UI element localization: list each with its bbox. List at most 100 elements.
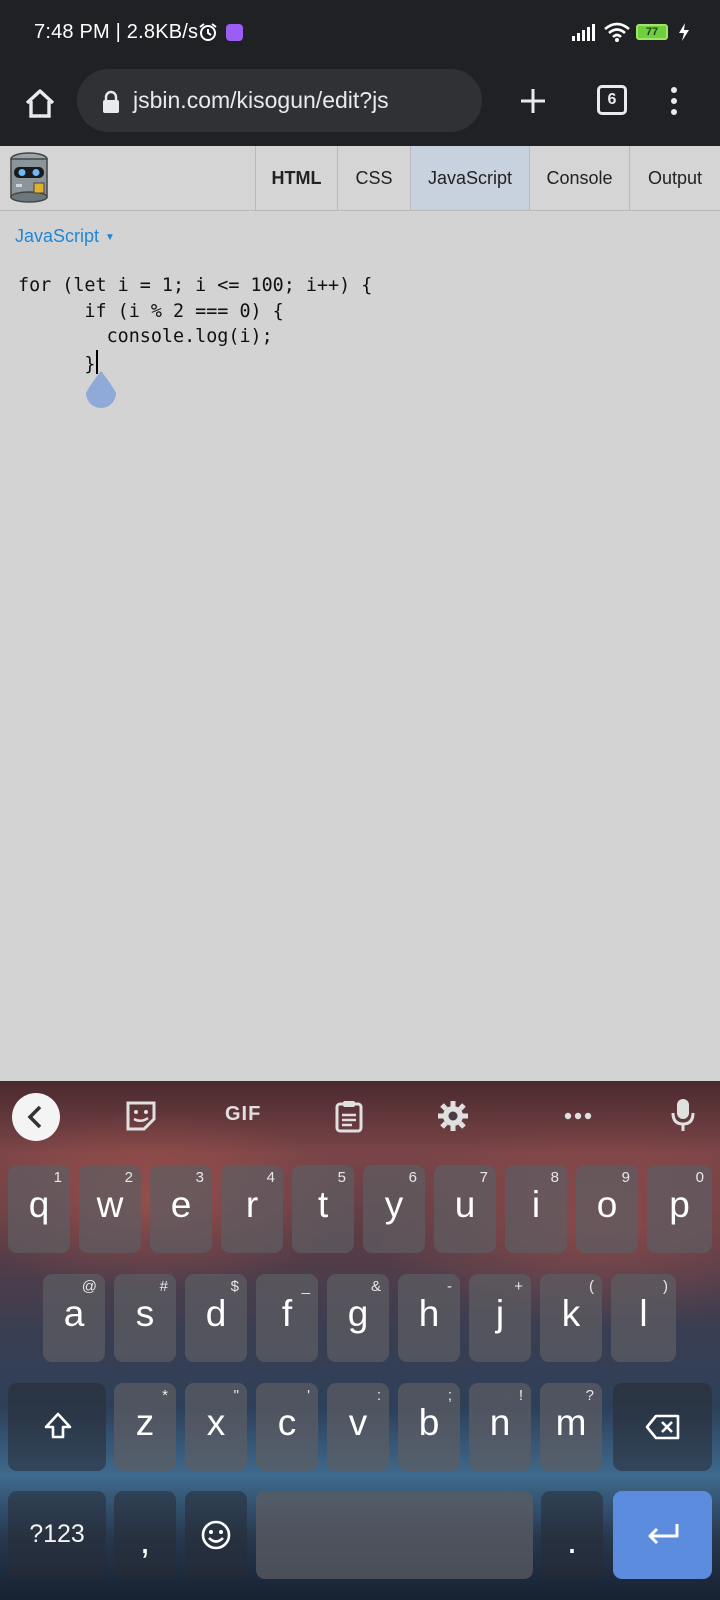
key-o[interactable]: 9o	[576, 1165, 638, 1253]
key-label: p	[669, 1184, 690, 1225]
key-s[interactable]: # s	[114, 1274, 176, 1362]
key-a[interactable]: @ a	[43, 1274, 105, 1362]
charging-icon	[679, 23, 689, 41]
back-arrow-icon[interactable]	[12, 1093, 60, 1141]
more-horiz-icon[interactable]	[563, 1111, 593, 1121]
key-label: x	[206, 1402, 226, 1443]
key-i[interactable]: 8i	[505, 1165, 567, 1253]
key-label: k	[561, 1293, 581, 1334]
text-selection-handle[interactable]	[84, 369, 118, 409]
microphone-icon[interactable]	[670, 1097, 696, 1133]
keyboard-toolbar: GIF	[0, 1081, 720, 1151]
key-label: v	[348, 1402, 368, 1443]
key-k[interactable]: (k	[540, 1274, 602, 1362]
battery-icon: 77	[636, 24, 668, 40]
enter-icon	[648, 1524, 679, 1545]
key-n[interactable]: ! n	[469, 1383, 531, 1471]
emoji-key[interactable]	[185, 1491, 247, 1579]
key-comma[interactable]: ,	[114, 1491, 176, 1579]
key-hint: "	[233, 1387, 239, 1404]
code-editor[interactable]: JavaScript ▼ for (let i = 1; i <= 100; i+…	[0, 211, 720, 1081]
key-y[interactable]: 6y	[363, 1165, 425, 1253]
clipboard-icon[interactable]	[334, 1099, 364, 1133]
key-label: s	[135, 1293, 155, 1334]
key-label: b	[418, 1402, 440, 1443]
key-hint: (	[589, 1278, 594, 1295]
wifi-icon	[604, 22, 630, 42]
key-q[interactable]: 1q	[8, 1165, 70, 1253]
key-h[interactable]: -h	[398, 1274, 460, 1362]
key-hint: +	[514, 1278, 523, 1295]
key-c[interactable]: ' c	[256, 1383, 318, 1471]
key-d[interactable]: $ d	[185, 1274, 247, 1362]
tab-javascript[interactable]: JavaScript	[410, 146, 529, 210]
url-text: jsbin.com/kisogun/edit?js	[133, 87, 389, 113]
key-hint: )	[663, 1278, 668, 1295]
panel-tabs: HTML CSS JavaScript Console Output	[255, 146, 720, 210]
key-label: d	[205, 1293, 227, 1334]
key-u[interactable]: 7u	[434, 1165, 496, 1253]
key-hint: 1	[53, 1169, 62, 1186]
key-e[interactable]: 3e	[150, 1165, 212, 1253]
key-r[interactable]: 4r	[221, 1165, 283, 1253]
key-w[interactable]: 2w	[79, 1165, 141, 1253]
key-label: y	[384, 1184, 404, 1225]
key-label: o	[596, 1184, 618, 1225]
backspace-icon	[645, 1414, 680, 1440]
tab-css[interactable]: CSS	[337, 146, 410, 210]
soft-keyboard: GIF 1q 2w 3e 4r 5t 6y 7u 8i 9o 0p @ a # s …	[0, 1081, 720, 1600]
code-line: for (let i = 1; i <= 100; i++) {	[18, 275, 373, 296]
enter-key[interactable]	[613, 1491, 712, 1579]
sticker-icon[interactable]	[124, 1099, 158, 1133]
key-hint: '	[307, 1387, 310, 1404]
key-f[interactable]: _ f	[256, 1274, 318, 1362]
tab-html[interactable]: HTML	[255, 146, 337, 210]
key-label: u	[454, 1184, 476, 1225]
space-bar[interactable]	[256, 1491, 533, 1579]
key-g[interactable]: & g	[327, 1274, 389, 1362]
tab-console[interactable]: Console	[529, 146, 629, 210]
key-hint: _	[301, 1278, 310, 1295]
home-icon[interactable]	[18, 82, 62, 126]
language-selector[interactable]: JavaScript ▼	[15, 226, 115, 247]
key-t[interactable]: 5t	[292, 1165, 354, 1253]
key-hint: 9	[621, 1169, 630, 1186]
key-p[interactable]: 0p	[647, 1165, 712, 1253]
tab-switcher-icon[interactable]: 6	[597, 85, 627, 115]
key-period[interactable]: .	[541, 1491, 603, 1579]
settings-icon[interactable]	[436, 1099, 470, 1133]
plus-icon[interactable]	[516, 84, 550, 118]
caret-down-icon: ▼	[105, 232, 115, 243]
key-m[interactable]: ? m	[540, 1383, 602, 1471]
gif-button[interactable]: GIF	[225, 1103, 261, 1126]
tab-output[interactable]: Output	[629, 146, 720, 210]
key-z[interactable]: * z	[114, 1383, 176, 1471]
key-hint: !	[518, 1387, 523, 1404]
key-label: z	[135, 1402, 155, 1443]
app-notification-icon	[226, 24, 243, 41]
key-l[interactable]: ) l	[611, 1274, 676, 1362]
emoji-icon	[201, 1520, 231, 1550]
key-label: w	[96, 1184, 124, 1225]
key-label: ,	[139, 1520, 151, 1561]
key-label: m	[555, 1402, 587, 1443]
key-hint: 6	[408, 1169, 417, 1186]
more-vert-icon[interactable]	[666, 84, 682, 118]
code-content[interactable]: for (let i = 1; i <= 100; i++) { if (i %…	[18, 273, 372, 377]
shift-icon	[44, 1412, 72, 1439]
key-label: e	[170, 1184, 192, 1225]
symbols-label: ?123	[29, 1520, 85, 1548]
jsbin-logo[interactable]	[8, 150, 50, 204]
key-x[interactable]: " x	[185, 1383, 247, 1471]
key-hint: 8	[550, 1169, 559, 1186]
key-v[interactable]: :v	[327, 1383, 389, 1471]
backspace-key[interactable]	[613, 1383, 712, 1471]
shift-key[interactable]	[8, 1383, 106, 1471]
symbols-key[interactable]: ?123	[8, 1491, 106, 1579]
address-bar[interactable]: jsbin.com/kisogun/edit?js	[77, 69, 482, 132]
key-hint: :	[376, 1387, 381, 1404]
key-label: t	[317, 1184, 329, 1225]
code-line: console.log(i);	[18, 326, 273, 347]
key-b[interactable]: ; b	[398, 1383, 460, 1471]
key-j[interactable]: + j	[469, 1274, 531, 1362]
